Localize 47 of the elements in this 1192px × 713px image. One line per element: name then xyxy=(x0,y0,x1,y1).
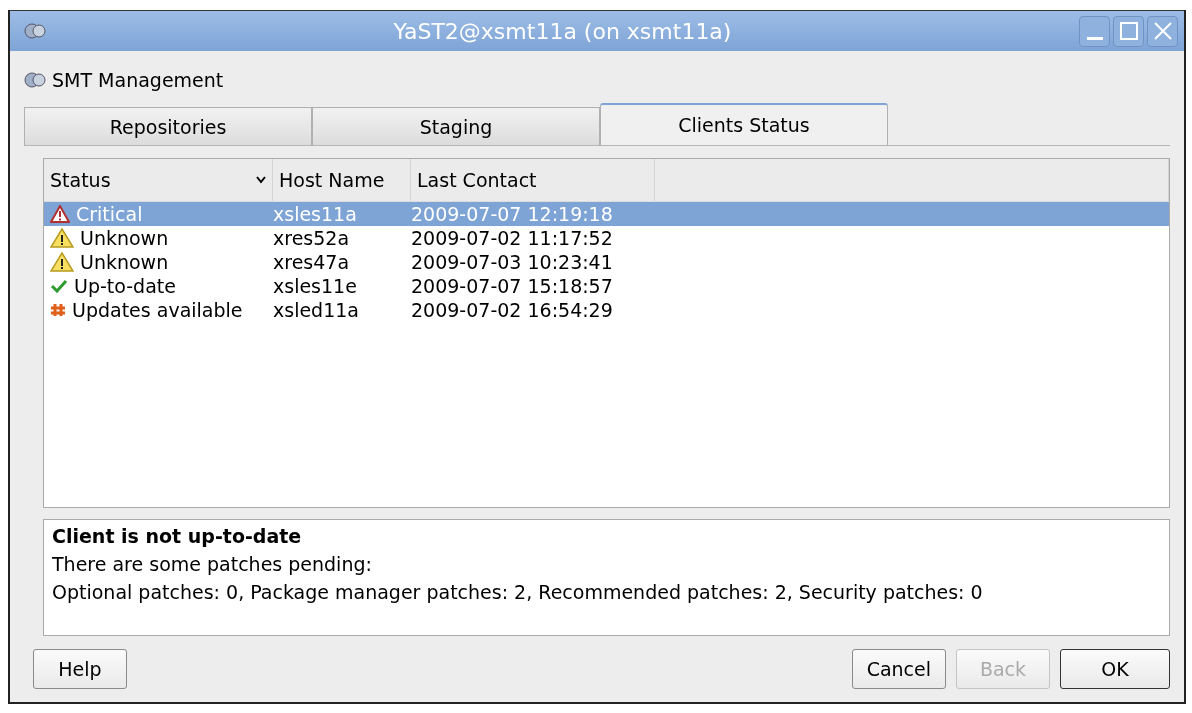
table-cell: 2009-07-02 16:54:29 xyxy=(411,299,613,321)
table-row[interactable]: Updates available xsled11a 2009-07-02 16:54:29 xyxy=(44,298,1169,322)
minimize-button[interactable] xyxy=(1079,15,1110,47)
status-text: Updates available xyxy=(72,299,243,321)
column-header[interactable]: Last Contact xyxy=(411,159,655,201)
maximize-button[interactable] xyxy=(1113,15,1144,47)
column-header[interactable]: Status xyxy=(44,159,273,201)
dialog-button[interactable]: OK xyxy=(1060,649,1170,689)
close-icon xyxy=(1152,21,1173,41)
table-cell: 2009-07-02 11:17:52 xyxy=(411,227,613,249)
table-cell: xsles11e xyxy=(273,275,357,297)
module-icon xyxy=(24,71,46,89)
status-text: Unknown xyxy=(80,227,169,249)
updates-icon xyxy=(50,303,66,317)
dialog-button[interactable]: Help xyxy=(33,649,127,689)
table-cell: xres47a xyxy=(273,251,350,273)
window-title: YaST2@xsmt11a (on xsmt11a) xyxy=(392,18,733,44)
table-row[interactable]: Up-to-date xsles11e 2009-07-07 15:18:57 xyxy=(44,274,1169,298)
status-text: Up-to-date xyxy=(74,275,176,297)
table-cell: 2009-07-07 15:18:57 xyxy=(411,275,613,297)
column-header[interactable]: Host Name xyxy=(273,159,411,201)
table-row[interactable]: Unknown xres52a 2009-07-02 11:17:52 xyxy=(44,226,1169,250)
table-cell: xsled11a xyxy=(273,299,359,321)
warning-icon xyxy=(50,205,70,223)
app-icon xyxy=(24,22,46,40)
tab[interactable]: Repositories xyxy=(24,107,312,145)
table-row[interactable]: Unknown xres47a 2009-07-03 10:23:41 xyxy=(44,250,1169,274)
maximize-icon xyxy=(1118,21,1139,41)
details-text: There are some patches pending: xyxy=(52,553,373,575)
sort-icon xyxy=(256,176,266,184)
table-cell: xres52a xyxy=(273,227,350,249)
status-text: Unknown xyxy=(80,251,169,273)
details-text: Optional patches: 0, Package manager patches: 2, Recommended patches: 2, Security patches: 0 xyxy=(52,581,984,603)
table-cell: 2009-07-03 10:23:41 xyxy=(411,251,613,273)
details-heading: Client is not up-to-date xyxy=(52,525,303,547)
table-cell: 2009-07-07 12:19:18 xyxy=(411,203,613,225)
module-title: SMT Management xyxy=(52,69,224,91)
tab[interactable]: Staging xyxy=(312,107,600,145)
checkmark-icon xyxy=(50,279,68,293)
status-text: Critical xyxy=(76,203,143,225)
dialog-button[interactable]: Cancel xyxy=(851,649,946,689)
tab[interactable]: Clients Status xyxy=(600,103,888,145)
warning-icon xyxy=(50,252,74,272)
table-cell: xsles11a xyxy=(273,203,357,225)
minimize-icon xyxy=(1086,37,1103,40)
close-button[interactable] xyxy=(1147,15,1178,47)
warning-icon xyxy=(50,228,74,248)
